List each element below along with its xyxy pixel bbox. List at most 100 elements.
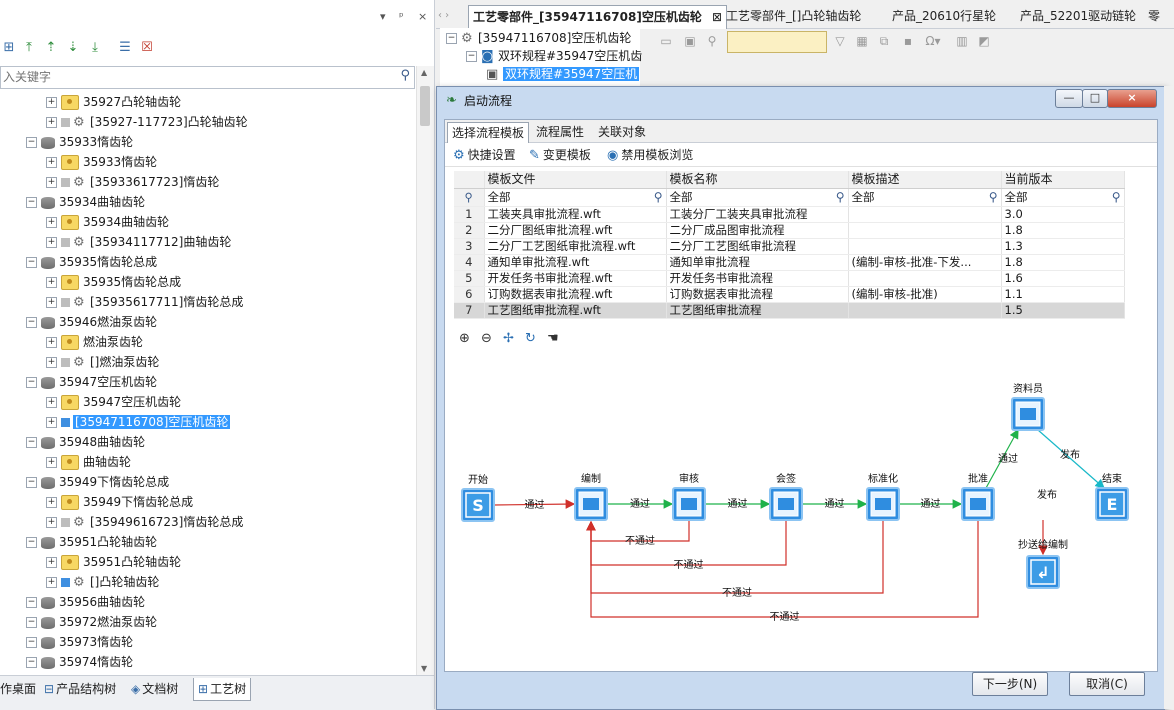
expand-icon[interactable]: +: [46, 277, 57, 288]
panel-close-icon[interactable]: ×: [418, 10, 427, 23]
column-header-file[interactable]: 模板文件: [484, 171, 667, 189]
doc-tab[interactable]: 产品_20610行星轮: [892, 5, 996, 28]
scroll-down-icon[interactable]: ▼: [421, 664, 427, 673]
expand-icon[interactable]: +: [46, 397, 57, 408]
tab-process-tree[interactable]: ⊞ 工艺树: [193, 678, 252, 701]
filter-description[interactable]: 全部 ⚲: [848, 188, 1002, 207]
tree-item[interactable]: + 曲轴齿轮: [46, 452, 131, 472]
search-icon[interactable]: ⚲: [989, 189, 998, 206]
disable-template-preview-button[interactable]: ◉ 禁用模板浏览: [607, 146, 693, 164]
collapse-icon[interactable]: −: [26, 257, 37, 268]
tree-item[interactable]: + 燃油泵齿轮: [46, 332, 143, 352]
tab-workflow-properties[interactable]: 流程属性: [536, 122, 584, 142]
tree-item[interactable]: − 35933惰齿轮: [26, 132, 133, 152]
doc-tab[interactable]: 产品_52201驱动链轮: [1020, 5, 1136, 28]
table-row[interactable]: 5 开发任务书审批流程.wft 开发任务书审批流程 1.6: [454, 270, 1125, 287]
expand-icon[interactable]: +: [46, 117, 57, 128]
tree-item[interactable]: +35935惰齿轮总成: [46, 272, 181, 292]
move-bottom-icon[interactable]: ⤓: [86, 39, 104, 57]
clear-list-icon[interactable]: ☒: [138, 39, 156, 57]
tree-scrollbar[interactable]: ▲ ▼: [416, 66, 434, 675]
collapse-icon[interactable]: −: [26, 597, 37, 608]
edit-icon[interactable]: ◩: [976, 33, 992, 49]
tab-select-template[interactable]: 选择流程模板: [447, 122, 530, 143]
tree-item[interactable]: − 35947空压机齿轮: [26, 372, 157, 392]
expand-icon[interactable]: +: [46, 157, 57, 168]
next-button[interactable]: 下一步(N): [972, 672, 1048, 696]
tree-item[interactable]: − 35974惰齿轮: [26, 652, 133, 672]
column-header-name[interactable]: 模板名称: [666, 171, 849, 189]
find-icon[interactable]: ⚲: [704, 33, 720, 49]
collapse-icon[interactable]: −: [26, 637, 37, 648]
tree-item[interactable]: − 35946燃油泵齿轮: [26, 312, 157, 332]
cancel-button[interactable]: 取消(C): [1069, 672, 1145, 696]
tree-item[interactable]: +35934曲轴齿轮: [46, 212, 169, 232]
table-row[interactable]: 4 通知单审批流程.wft 通知单审批流程 (编制-审核-批准-下发... 1.8: [454, 254, 1125, 271]
expand-icon[interactable]: +: [46, 177, 57, 188]
table-row[interactable]: 1 工装夹具审批流程.wft 工装分厂工装夹具审批流程 3.0: [454, 206, 1125, 223]
expand-icon[interactable]: +: [46, 417, 57, 428]
move-up-icon[interactable]: ⇡: [42, 39, 60, 57]
tree-item[interactable]: − 35956曲轴齿轮: [26, 592, 145, 612]
filter-file[interactable]: 全部 ⚲: [484, 188, 667, 207]
filter-version[interactable]: 全部 ⚲: [1001, 188, 1125, 207]
tree-item[interactable]: + ⚙ [35927-117723]凸轮轴齿轮: [46, 112, 248, 132]
save-icon[interactable]: ▪: [900, 33, 916, 49]
zoom-out-icon[interactable]: ⊖: [481, 331, 492, 346]
new-window-icon[interactable]: ▭: [658, 33, 674, 49]
tab-related-objects[interactable]: 关联对象: [598, 122, 646, 142]
tree-item[interactable]: + ⚙ []凸轮轴齿轮: [46, 572, 159, 592]
tab-product-tree[interactable]: ⊟ 产品结构树: [44, 678, 116, 700]
tree-item[interactable]: +35951凸轮轴齿轮: [46, 552, 181, 572]
doc-tab[interactable]: 零: [1148, 5, 1160, 28]
collapse-icon[interactable]: −: [26, 617, 37, 628]
filter-name[interactable]: 全部 ⚲: [666, 188, 849, 207]
doc-tree-root[interactable]: − ⚙ [35947116708]空压机齿轮: [446, 28, 631, 48]
tree-item[interactable]: − 35951凸轮轴齿轮: [26, 532, 157, 552]
symbol-icon[interactable]: Ω▾: [922, 33, 944, 49]
tree-item[interactable]: + [35947116708]空压机齿轮: [46, 412, 231, 432]
expand-icon[interactable]: +: [46, 517, 57, 528]
panel-menu-icon[interactable]: ▾: [380, 10, 386, 23]
doc-tree-leaf[interactable]: ▣ 双环规程#35947空压机: [486, 64, 640, 84]
expand-icon[interactable]: +: [46, 297, 57, 308]
tree-item[interactable]: − 35935惰齿轮总成: [26, 252, 157, 272]
table-row[interactable]: 2 二分厂图纸审批流程.wft 二分厂成品图审批流程 1.8: [454, 222, 1125, 239]
collapse-icon[interactable]: −: [26, 437, 37, 448]
expand-icon[interactable]: +: [46, 217, 57, 228]
table-row[interactable]: 7 工艺图纸审批流程.wft 工艺图纸审批流程 1.5: [454, 302, 1125, 319]
tree-scroll-thumb[interactable]: [420, 86, 430, 126]
expand-icon[interactable]: +: [46, 577, 57, 588]
table-row[interactable]: 6 订购数据表审批流程.wft 订购数据表审批流程 (编制-审核-批准) 1.1: [454, 286, 1125, 303]
tree-item[interactable]: + ⚙ [35933617723]惰齿轮: [46, 172, 219, 192]
search-icon[interactable]: ⚲: [836, 189, 845, 206]
tree-options-icon[interactable]: ⊞: [0, 39, 18, 57]
collapse-icon[interactable]: −: [26, 657, 37, 668]
collapse-icon[interactable]: −: [26, 537, 37, 548]
expand-icon[interactable]: +: [46, 97, 57, 108]
table-row[interactable]: 3 二分厂工艺图纸审批流程.wft 二分厂工艺图纸审批流程 1.3: [454, 238, 1125, 255]
pan-icon[interactable]: ☚: [547, 331, 559, 346]
tree-item[interactable]: +35933惰齿轮: [46, 152, 157, 172]
maximize-button[interactable]: □: [1082, 89, 1108, 108]
doc-tree-child[interactable]: − ◙ 双环规程#35947空压机齿: [466, 46, 642, 66]
minimize-button[interactable]: —: [1055, 89, 1083, 108]
collapse-icon[interactable]: −: [26, 377, 37, 388]
tree-item[interactable]: + ⚙ [35949616723]惰齿轮总成: [46, 512, 243, 532]
change-template-button[interactable]: ✎ 变更模板: [529, 146, 591, 164]
column-header-version[interactable]: 当前版本: [1001, 171, 1125, 189]
expand-icon[interactable]: +: [46, 357, 57, 368]
collapse-icon[interactable]: −: [26, 197, 37, 208]
scroll-up-icon[interactable]: ▲: [421, 68, 427, 77]
tree-item[interactable]: − 35948曲轴齿轮: [26, 432, 145, 452]
tree-item[interactable]: +35927凸轮轴齿轮: [46, 92, 181, 112]
doc-tab-close-icon[interactable]: ⊠: [712, 10, 722, 24]
dialog-close-button[interactable]: ×: [1107, 89, 1157, 108]
doc-tab-active[interactable]: 工艺零部件_[35947116708]空压机齿轮 ⊠: [468, 5, 728, 29]
tree-item[interactable]: +35947空压机齿轮: [46, 392, 181, 412]
doc-tab[interactable]: 工艺零部件_[]凸轮轴齿轮: [726, 5, 861, 28]
collapse-icon[interactable]: −: [26, 137, 37, 148]
calculator-icon[interactable]: ▥: [954, 33, 970, 49]
checklist-icon[interactable]: ☰: [116, 39, 134, 57]
expand-icon[interactable]: +: [46, 337, 57, 348]
